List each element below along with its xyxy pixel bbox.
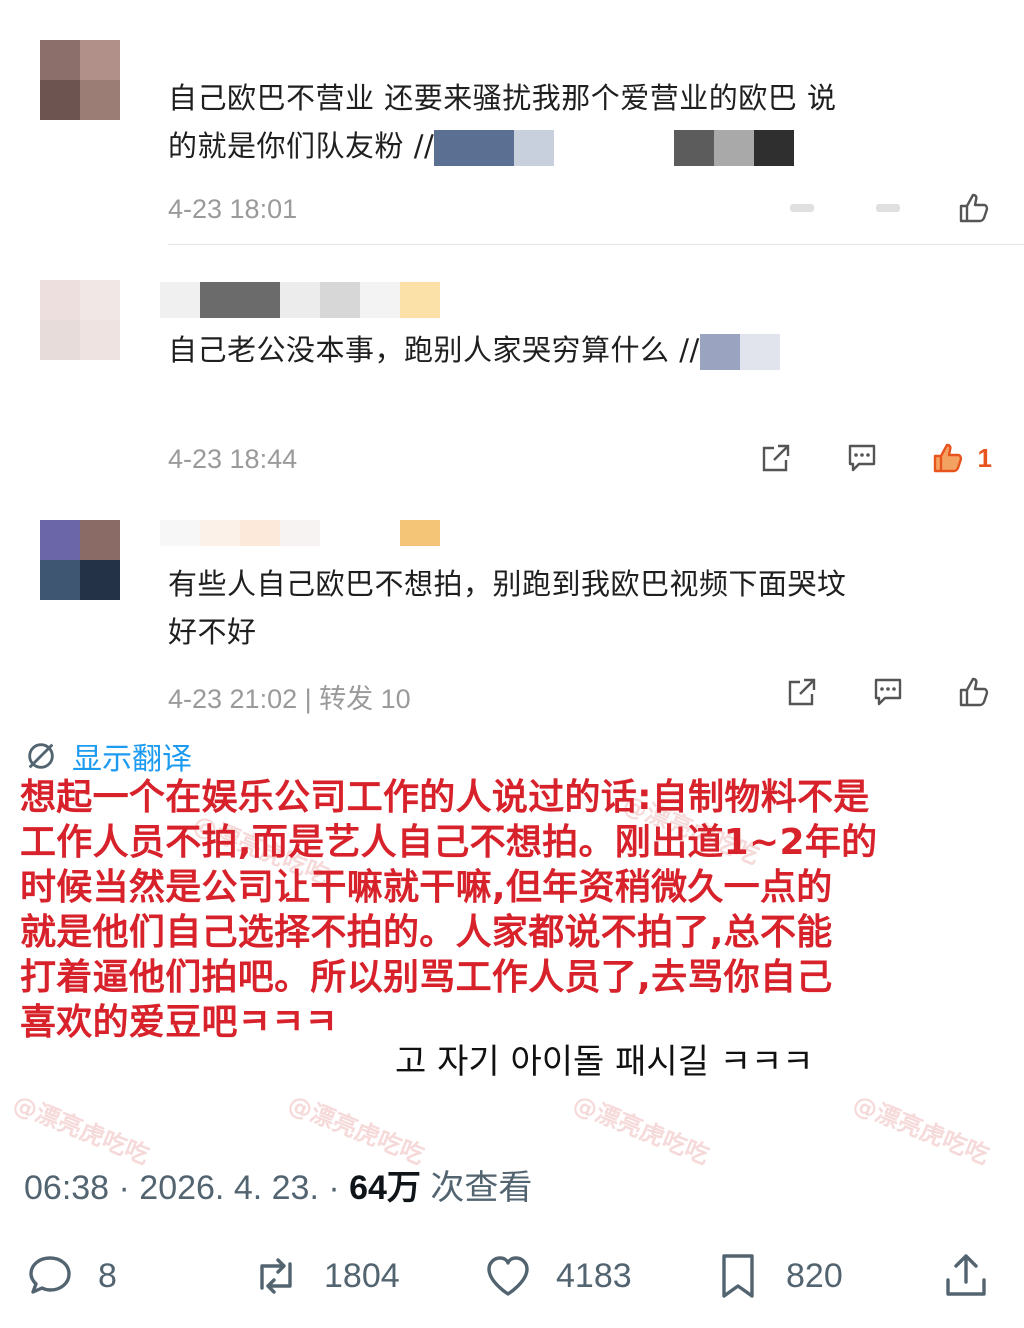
original-text-fragment: 고 자기 아이돌 패시길 ㅋㅋㅋ: [395, 1042, 814, 1082]
comment-icon[interactable]: [844, 440, 880, 476]
avatar[interactable]: [40, 280, 120, 360]
view-count: 64万: [349, 1169, 421, 1207]
overlay-caption: 想起一个在娱乐公司工作的人说过的话:自制物料不是 工作人员不拍,而是艺人自己不想…: [20, 777, 878, 1043]
username-blurred[interactable]: [160, 282, 440, 318]
translate-label: 显示翻译: [72, 742, 192, 777]
repost-icon: [260, 1258, 292, 1294]
share-icon[interactable]: [758, 440, 794, 476]
watermark: @漂亮虎吃吃: [849, 1089, 994, 1170]
like-count: 1: [977, 442, 992, 473]
translate-button[interactable]: 显示翻译: [24, 734, 192, 778]
avatar[interactable]: [40, 520, 120, 600]
like-button[interactable]: 4183: [482, 1250, 632, 1302]
share-upload-icon: [946, 1254, 986, 1296]
comment-time: 4-23 18:01: [168, 194, 298, 224]
watermark: @漂亮虎吃吃: [9, 1089, 154, 1170]
share-button[interactable]: [940, 1250, 992, 1302]
post-stats: 06:38 · 2026. 4. 23. · 64万 次查看: [24, 1169, 533, 1207]
bookmark-button[interactable]: 820: [712, 1250, 843, 1302]
comment-text: 自己老公没本事，跑别人家哭穷算什么 //: [168, 326, 780, 374]
thumbs-up-icon[interactable]: [956, 190, 992, 226]
avatar[interactable]: [40, 40, 120, 120]
translate-icon: [28, 743, 54, 769]
comment-text: 自己欧巴不营业 还要来骚扰我那个爱营业的欧巴 说 的就是你们队友粉 //: [168, 74, 836, 170]
action-bar: 8 1804 4183 820: [0, 1240, 1024, 1310]
comment-icon[interactable]: [870, 674, 906, 710]
repost-button[interactable]: 1804: [250, 1250, 400, 1302]
thumbs-up-icon[interactable]: [956, 674, 992, 710]
watermark: @漂亮虎吃吃: [569, 1089, 714, 1170]
comment-text: 有些人自己欧巴不想拍，别跑到我欧巴视频下面哭坟 好不好: [168, 567, 847, 649]
heart-icon: [487, 1256, 529, 1296]
reply-icon: [29, 1256, 71, 1294]
share-icon[interactable]: [784, 674, 820, 710]
bookmark-icon: [722, 1254, 754, 1298]
thumbs-up-icon[interactable]: [930, 440, 966, 476]
watermark: @漂亮虎吃吃: [284, 1089, 429, 1170]
username-blurred[interactable]: [160, 520, 440, 546]
repost-count[interactable]: 转发 10: [319, 684, 411, 714]
reply-button[interactable]: 8: [24, 1250, 117, 1302]
comment-icon[interactable]: [870, 190, 906, 226]
divider: [168, 244, 1024, 245]
comment-meta: 4-23 21:02 | 转发 10: [168, 684, 411, 714]
comment-time: 4-23 18:44: [168, 444, 298, 474]
share-icon[interactable]: [784, 190, 820, 226]
